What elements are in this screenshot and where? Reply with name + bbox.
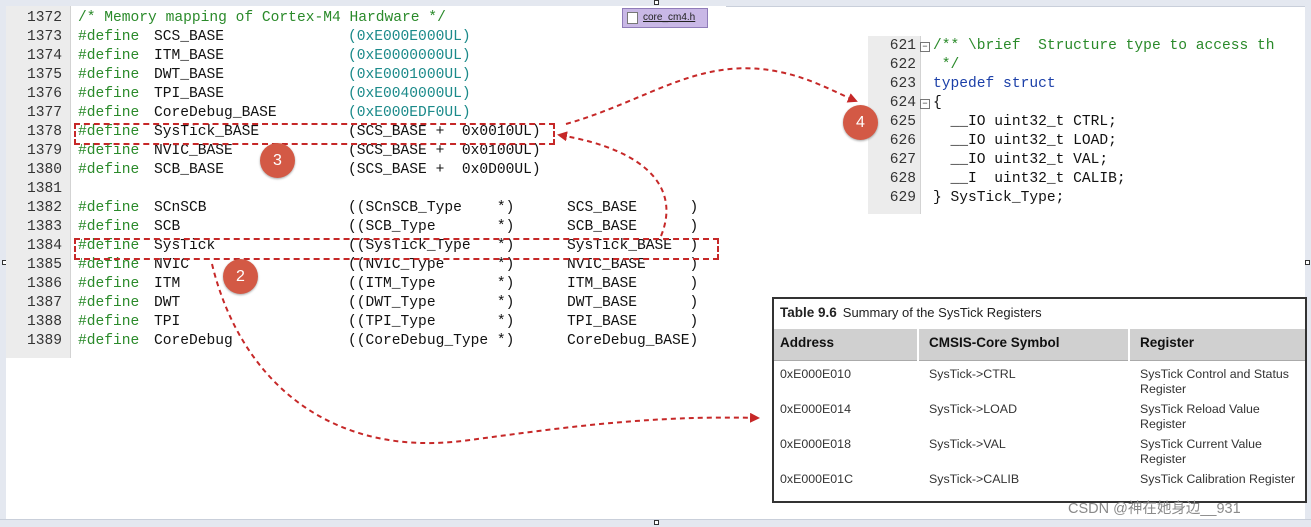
cell-register: SysTick Reload Value Register — [1140, 402, 1260, 431]
cell-register: SysTick Calibration Register — [1140, 472, 1296, 486]
step-marker-2: 2 — [223, 259, 258, 294]
column-divider — [1128, 329, 1130, 501]
cell-register: SysTick Current Value Register — [1140, 437, 1262, 466]
cell-address: 0xE000E014 — [780, 402, 851, 416]
cell-symbol: SysTick->CTRL — [929, 367, 1016, 381]
table-caption: Summary of the SysTick Registers — [842, 305, 1042, 320]
table-number: Table 9.6 — [780, 305, 837, 320]
cell-address: 0xE000E010 — [780, 367, 851, 381]
header-register: Register — [1140, 335, 1195, 350]
cell-symbol: SysTick->LOAD — [929, 402, 1018, 416]
column-divider — [917, 329, 919, 501]
cell-address: 0xE000E01C — [780, 472, 854, 486]
cell-register: SysTick Control and Status Register — [1140, 367, 1289, 396]
step-marker-4: 4 — [843, 105, 878, 140]
cell-symbol: SysTick->CALIB — [929, 472, 1020, 486]
cell-symbol: SysTick->VAL — [929, 437, 1006, 451]
arrow-to-struct — [565, 67, 858, 125]
step-marker-3: 3 — [260, 143, 295, 178]
table-title: Table 9.6 Summary of the SysTick Register… — [780, 305, 1042, 320]
systick-registers-table: Table 9.6 Summary of the SysTick Register… — [772, 297, 1307, 503]
arrow-to-systick-base — [557, 131, 668, 237]
arrow-to-table — [211, 263, 760, 445]
cell-address: 0xE000E018 — [780, 437, 851, 451]
header-symbol: CMSIS-Core Symbol — [929, 335, 1060, 350]
header-address: Address — [780, 335, 835, 350]
watermark: CSDN @神在她身边__931 — [1068, 501, 1241, 517]
